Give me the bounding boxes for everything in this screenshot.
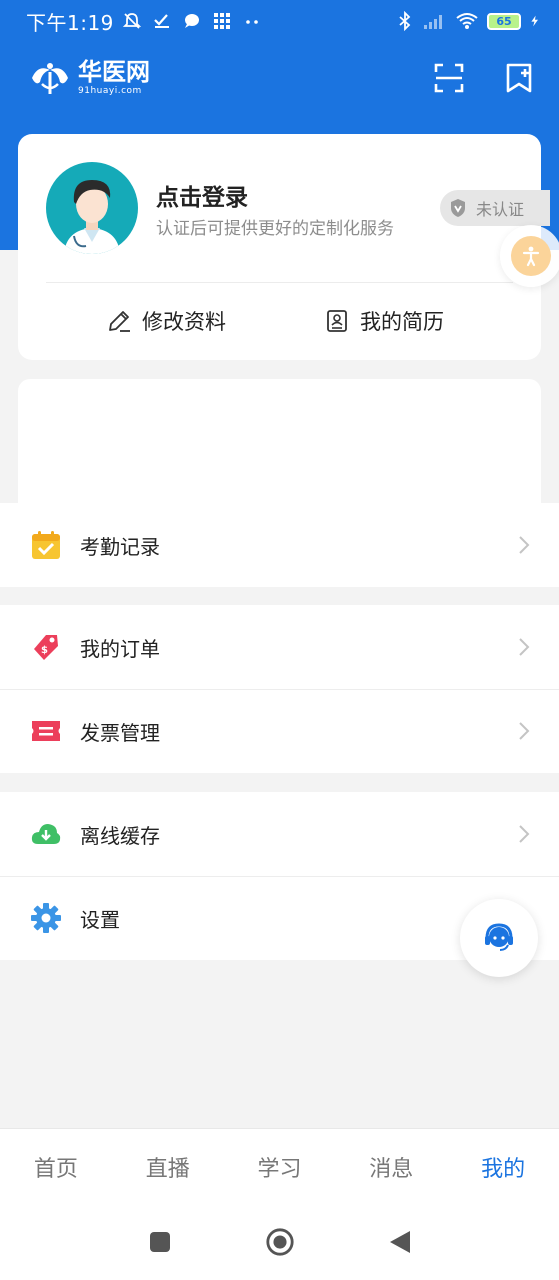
bottom-tab-bar: 首页 直播 学习 消息 我的 — [0, 1128, 559, 1204]
pencil-icon — [109, 311, 130, 332]
accessibility-float-button[interactable] — [500, 225, 559, 287]
tab-study[interactable]: 学习 — [224, 1129, 336, 1204]
signal-icon — [424, 15, 442, 29]
bookmark-add-icon[interactable] — [503, 62, 535, 94]
calendar-check-icon — [32, 531, 60, 559]
app-bar: 华医网 91huayi.com — [0, 50, 559, 106]
profile-card: 点击登录 认证后可提供更好的定制化服务 修改资料 我的简历 — [18, 134, 541, 360]
ticket-icon — [32, 721, 60, 741]
home-button[interactable] — [265, 1227, 295, 1257]
back-button[interactable] — [385, 1227, 415, 1257]
tab-messages[interactable]: 消息 — [335, 1129, 447, 1204]
menu-label-orders: 我的订单 — [80, 636, 160, 661]
chat-bubble-icon — [184, 14, 199, 28]
price-tag-icon: $ — [34, 635, 58, 660]
menu-group-orders: $ 我的订单 发票管理 — [0, 605, 559, 773]
tab-mine[interactable]: 我的 — [447, 1129, 559, 1204]
menu-item-orders[interactable]: $ 我的订单 — [0, 605, 559, 689]
circle-icon — [265, 1228, 294, 1256]
verified-v-icon — [451, 199, 465, 217]
accessibility-icon — [522, 246, 540, 267]
customer-service-float-button[interactable] — [460, 899, 538, 977]
bluetooth-icon — [399, 11, 411, 31]
huayi-logo-icon — [32, 63, 68, 94]
grid-icon — [213, 13, 230, 29]
login-subtitle: 认证后可提供更好的定制化服务 — [156, 219, 394, 239]
chevron-right-icon — [519, 825, 530, 843]
banner-area[interactable] — [18, 379, 541, 503]
menu-label-settings: 设置 — [80, 907, 120, 932]
chevron-right-icon — [519, 638, 530, 656]
divider — [46, 282, 513, 283]
doctor-avatar-icon — [64, 180, 120, 254]
login-title[interactable]: 点击登录 — [156, 178, 248, 212]
my-resume-label: 我的简历 — [360, 310, 444, 334]
my-resume-button[interactable]: 我的简历 — [324, 306, 444, 336]
recent-apps-button[interactable] — [145, 1227, 175, 1257]
menu-item-attendance[interactable]: 考勤记录 — [0, 503, 559, 587]
menu-label-offline-cache: 离线缓存 — [80, 823, 160, 848]
chevron-right-icon — [519, 722, 530, 740]
avatar[interactable] — [46, 162, 138, 254]
triangle-back-icon — [389, 1231, 410, 1253]
battery-indicator: 65 — [487, 12, 521, 30]
menu-item-offline-cache[interactable]: 离线缓存 — [0, 792, 559, 876]
menu-label-invoice: 发票管理 — [80, 720, 160, 745]
app-logo: 华医网 91huayi.com — [28, 56, 150, 100]
check-list-icon — [154, 14, 169, 28]
charging-icon — [531, 15, 538, 27]
edit-profile-label: 修改资料 — [142, 310, 226, 334]
logo-name: 华医网 — [78, 58, 150, 86]
edit-profile-button[interactable]: 修改资料 — [106, 306, 226, 336]
tab-live[interactable]: 直播 — [112, 1129, 224, 1204]
verification-badge[interactable]: 未认证 — [440, 190, 550, 226]
scan-icon[interactable] — [433, 62, 465, 94]
status-bar: 下午1:19 65 — [0, 0, 559, 42]
more-dots-icon — [246, 20, 258, 24]
resume-icon — [327, 310, 347, 332]
headset-icon — [485, 923, 513, 951]
system-navigation-bar — [0, 1204, 559, 1280]
verification-status: 未认证 — [476, 200, 525, 219]
mute-bell-icon — [122, 13, 142, 29]
menu-label-attendance: 考勤记录 — [80, 534, 160, 559]
svg-text:$: $ — [41, 645, 48, 656]
tab-home[interactable]: 首页 — [0, 1129, 112, 1204]
cloud-download-icon — [31, 824, 61, 844]
status-time: 下午1:19 — [26, 10, 114, 35]
wifi-icon — [456, 13, 478, 29]
menu-item-invoice[interactable]: 发票管理 — [0, 689, 559, 773]
square-icon — [149, 1232, 170, 1252]
menu-group-attendance: 考勤记录 — [0, 503, 559, 587]
chevron-right-icon — [519, 536, 530, 554]
gear-icon — [31, 903, 61, 933]
logo-url: 91huayi.com — [78, 86, 142, 96]
